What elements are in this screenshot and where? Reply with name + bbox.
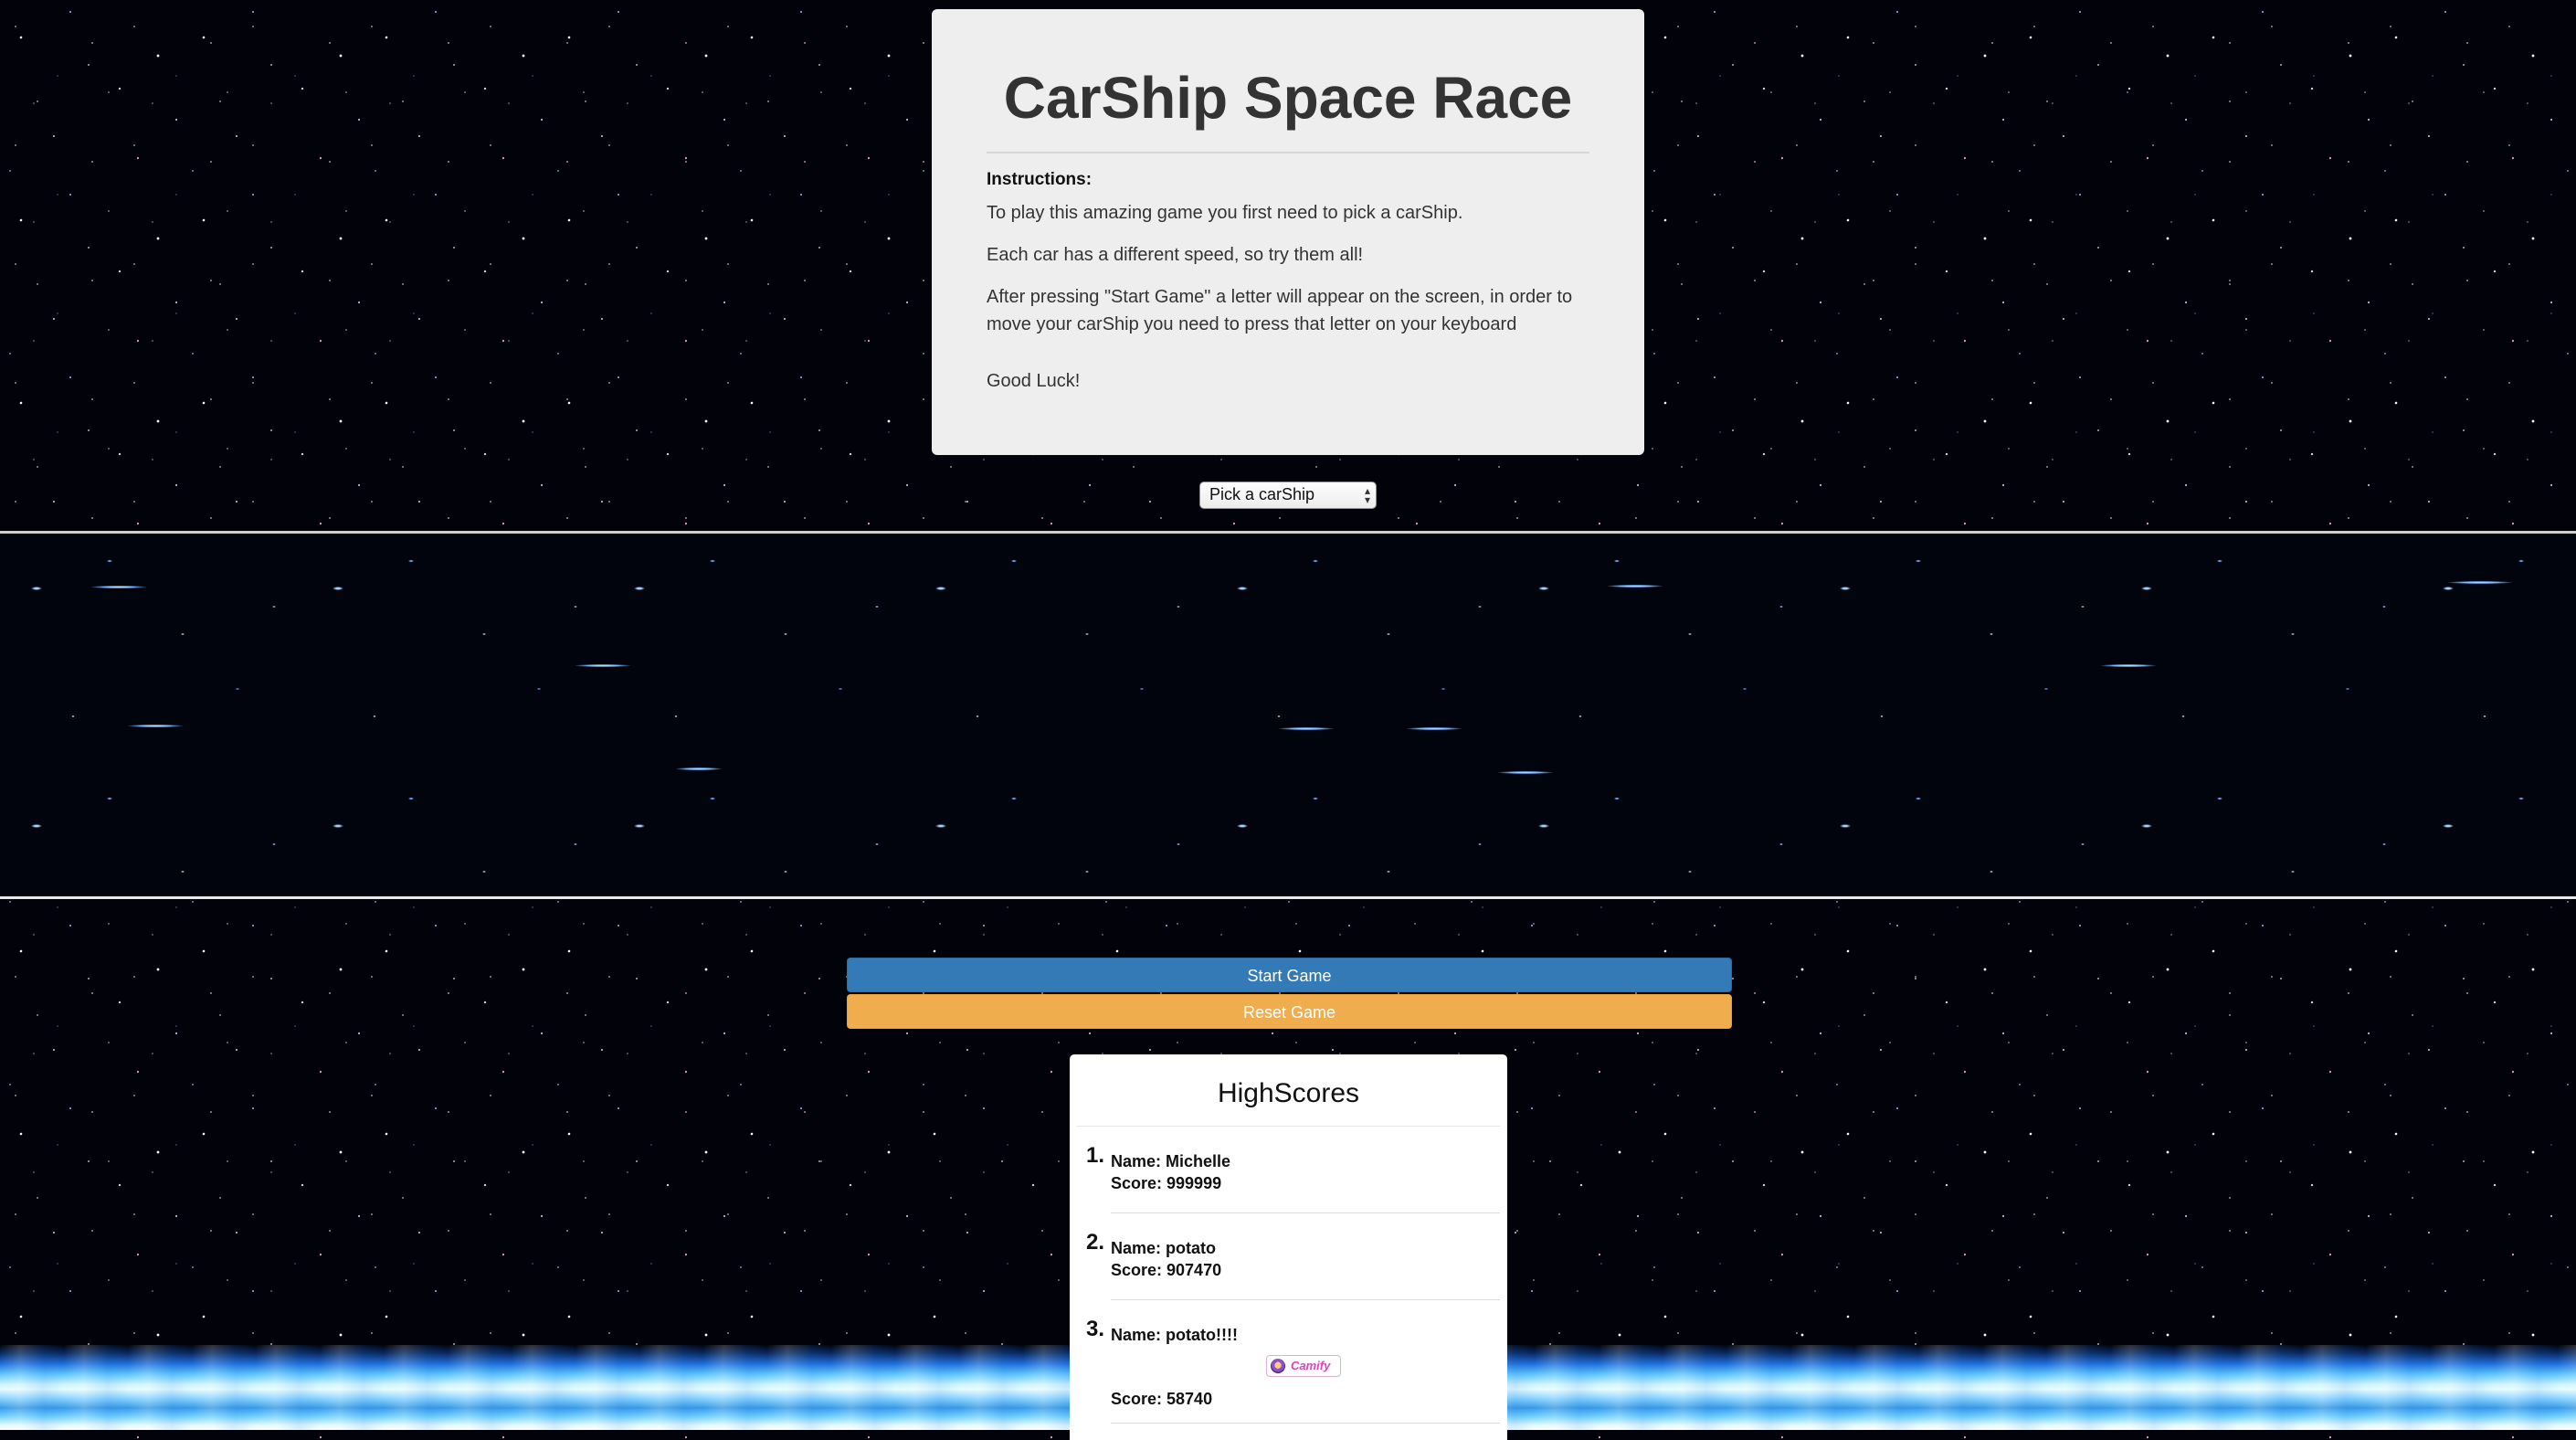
highscore-score: Score: 58740: [1111, 1390, 1213, 1408]
instructions-label: Instructions:: [987, 170, 1093, 190]
highscore-name: Name: Michelle: [1111, 1152, 1231, 1170]
highscore-name: Name: potato: [1111, 1239, 1217, 1257]
carship-select[interactable]: Pick a carShip ▴ ▾: [1199, 482, 1377, 509]
glow-star: [1608, 585, 1663, 588]
glow-star: [575, 664, 630, 667]
instructions-text-2: Each car has a different speed, so try t…: [987, 245, 1364, 266]
highscores-panel: HighScores 1. Name: Michelle Score: 9999…: [1070, 1054, 1507, 1440]
instructions-closing: Good Luck!: [987, 371, 1081, 392]
glow-star: [128, 725, 183, 727]
highscore-entry: 1. Name: Michelle Score: 999999: [1070, 1127, 1507, 1212]
glow-star: [2448, 581, 2512, 584]
glow-star: [2101, 664, 2156, 667]
carship-select-value: Pick a carShip: [1209, 485, 1315, 503]
glow-star: [1407, 727, 1462, 730]
title-divider: [987, 152, 1589, 154]
instructions-text-3: After pressing "Start Game" a letter wil…: [987, 287, 1573, 335]
camify-badge[interactable]: Camify: [1266, 1355, 1341, 1377]
highscore-score: Score: 907470: [1111, 1261, 1222, 1279]
highscore-score: Score: 999999: [1111, 1174, 1222, 1192]
highscore-name: Name: potato!!!!: [1111, 1326, 1238, 1344]
page-title: CarShip Space Race: [1003, 65, 1573, 131]
instructions-panel: CarShip Space Race Instructions: To play…: [932, 9, 1644, 455]
start-game-button[interactable]: Start Game: [847, 958, 1732, 992]
highscore-rank: 3.: [1086, 1317, 1105, 1341]
camify-avatar-icon: [1271, 1359, 1285, 1373]
highscore-rank: 2.: [1086, 1230, 1105, 1255]
highscore-entry: 2. Name: potato Score: 907470: [1070, 1213, 1507, 1299]
glow-star: [1279, 727, 1334, 730]
glow-star: [91, 586, 146, 588]
highscores-title: HighScores: [1217, 1078, 1360, 1108]
highscore-rank: 1.: [1086, 1143, 1105, 1168]
camify-badge-label: Camify: [1291, 1359, 1331, 1372]
race-track: [0, 534, 2576, 1430]
track-bottom-border: [0, 896, 2576, 899]
highscore-separator: [1111, 1423, 1500, 1424]
glow-star: [1498, 771, 1553, 774]
instructions-text-1: To play this amazing game you first need…: [987, 203, 1463, 224]
glow-star: [676, 768, 722, 770]
reset-game-button[interactable]: Reset Game: [847, 994, 1732, 1029]
game-page: CarShip Space Race Instructions: To play…: [0, 0, 2576, 1440]
up-down-arrows-icon: ▴ ▾: [1364, 484, 1370, 506]
highscore-entry: 3. Name: potato!!!! Camify Score: 58740: [1070, 1300, 1507, 1410]
